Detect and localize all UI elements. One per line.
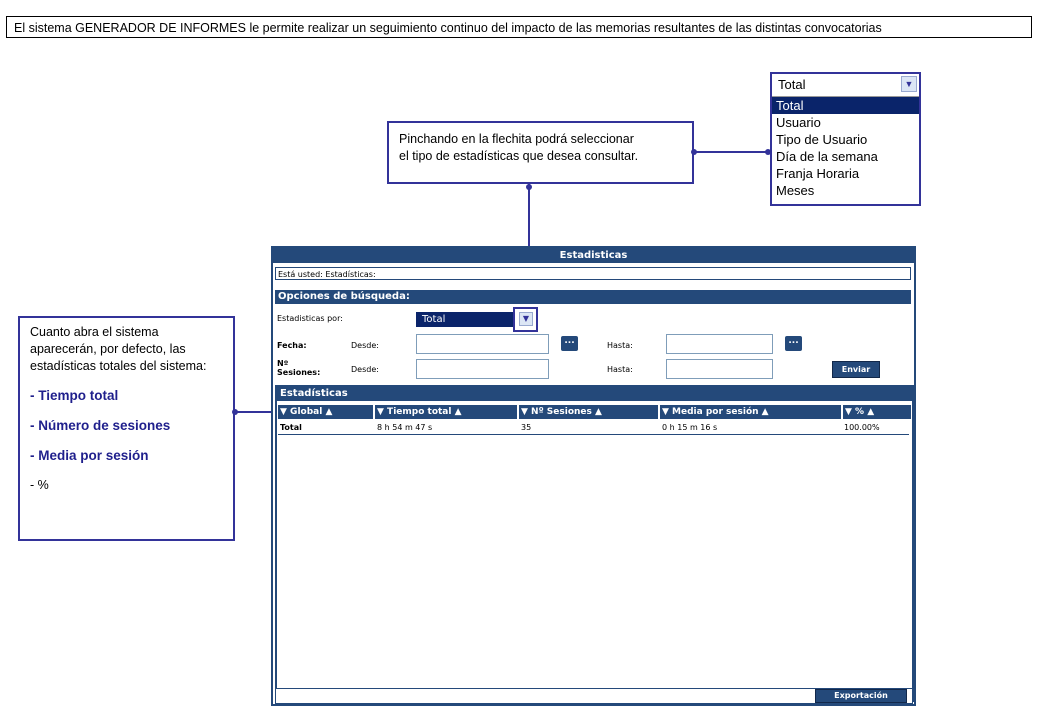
- dropdown-option-tipo-usuario[interactable]: Tipo de Usuario: [772, 131, 919, 148]
- fecha-hasta-calendar-button[interactable]: ...: [785, 336, 802, 351]
- column-header-media[interactable]: ▼ Media por sesión ▲: [660, 405, 841, 419]
- window-title: Estadisticas: [273, 248, 914, 263]
- fecha-hasta-label: Hasta:: [607, 341, 633, 350]
- connector-dot: [691, 149, 697, 155]
- callout-default-stats: Cuanto abra el sistema aparecerán, por d…: [18, 316, 235, 541]
- chevron-down-icon[interactable]: ▼: [901, 76, 917, 92]
- callout-item-media-sesion: - Media por sesión: [30, 448, 149, 463]
- row-cell-media: 0 h 15 m 16 s: [662, 423, 718, 432]
- sesiones-label-line2: Sesiones:: [277, 368, 321, 377]
- fecha-desde-label: Desde:: [351, 341, 379, 350]
- results-header: Estadísticas: [277, 387, 912, 401]
- callout-item-percent: - %: [30, 478, 49, 492]
- stats-by-select[interactable]: Total: [416, 312, 513, 327]
- sesiones-hasta-input[interactable]: [666, 359, 773, 379]
- column-header-tiempo-total[interactable]: ▼ Tiempo total ▲: [375, 405, 517, 419]
- breadcrumb: Está usted: Estadísticas:: [275, 267, 911, 280]
- dropdown-options: Total Usuario Tipo de Usuario Día de la …: [772, 97, 919, 199]
- fecha-desde-calendar-button[interactable]: ...: [561, 336, 578, 351]
- callout-top-line2: el tipo de estadísticas que desea consul…: [399, 149, 639, 163]
- search-options-header: Opciones de búsqueda:: [275, 290, 911, 304]
- results-panel: Estadísticas ▼ Global ▲ ▼ Tiempo total ▲…: [275, 385, 914, 702]
- row-cell-percent: 100.00%: [844, 423, 880, 432]
- dropdown-selected[interactable]: Total ▼: [772, 74, 919, 97]
- connector-dot: [232, 409, 238, 415]
- fecha-label: Fecha:: [277, 341, 307, 350]
- sesiones-label: Nº Sesiones:: [277, 359, 320, 377]
- stats-by-dropdown-arrow[interactable]: ▼: [513, 307, 538, 332]
- column-header-global[interactable]: ▼ Global ▲: [278, 405, 373, 419]
- connector-dot: [526, 184, 532, 190]
- dropdown-selected-label: Total: [778, 77, 806, 92]
- fecha-hasta-input[interactable]: [666, 334, 773, 354]
- fecha-desde-input[interactable]: [416, 334, 549, 354]
- sesiones-desde-label: Desde:: [351, 365, 379, 374]
- dropdown-option-franja-horaria[interactable]: Franja Horaria: [772, 165, 919, 182]
- connector-left-to-results: [235, 411, 275, 413]
- dropdown-option-total[interactable]: Total: [772, 97, 919, 114]
- callout-item-tiempo-total: - Tiempo total: [30, 388, 119, 403]
- dropdown-option-meses[interactable]: Meses: [772, 182, 919, 199]
- column-header-sesiones[interactable]: ▼ Nº Sesiones ▲: [519, 405, 658, 419]
- row-cell-global: Total: [280, 423, 302, 432]
- callout-top-line1: Pinchando en la flechita podrá seleccion…: [399, 132, 634, 146]
- chevron-down-icon[interactable]: ▼: [519, 312, 533, 326]
- export-button[interactable]: Exportación: [815, 689, 907, 703]
- stats-by-label: Estadisticas por:: [277, 314, 343, 323]
- row-cell-sesiones: 35: [521, 423, 532, 432]
- callout-left-intro: Cuanto abra el sistema aparecerán, por d…: [30, 325, 207, 373]
- callout-select-arrow: Pinchando en la flechita podrá seleccion…: [387, 121, 694, 184]
- stats-type-dropdown-demo[interactable]: Total ▼ Total Usuario Tipo de Usuario Dí…: [770, 72, 921, 206]
- sesiones-label-line1: Nº: [277, 359, 289, 368]
- column-header-percent[interactable]: ▼ % ▲: [843, 405, 911, 419]
- connector-dot: [765, 149, 771, 155]
- callout-item-numero-sesiones: - Número de sesiones: [30, 418, 171, 433]
- sesiones-desde-input[interactable]: [416, 359, 549, 379]
- sesiones-hasta-label: Hasta:: [607, 365, 633, 374]
- stats-window: Estadisticas Está usted: Estadísticas: O…: [271, 246, 916, 706]
- intro-banner: El sistema GENERADOR DE INFORMES le perm…: [6, 16, 1032, 38]
- footer-bar: Exportación: [275, 688, 913, 704]
- table-row-divider: [278, 434, 909, 435]
- dropdown-option-usuario[interactable]: Usuario: [772, 114, 919, 131]
- row-cell-tiempo-total: 8 h 54 m 47 s: [377, 423, 433, 432]
- dropdown-option-dia-semana[interactable]: Día de la semana: [772, 148, 919, 165]
- connector-top-to-dropdown: [694, 151, 768, 153]
- enviar-button[interactable]: Enviar: [832, 361, 880, 378]
